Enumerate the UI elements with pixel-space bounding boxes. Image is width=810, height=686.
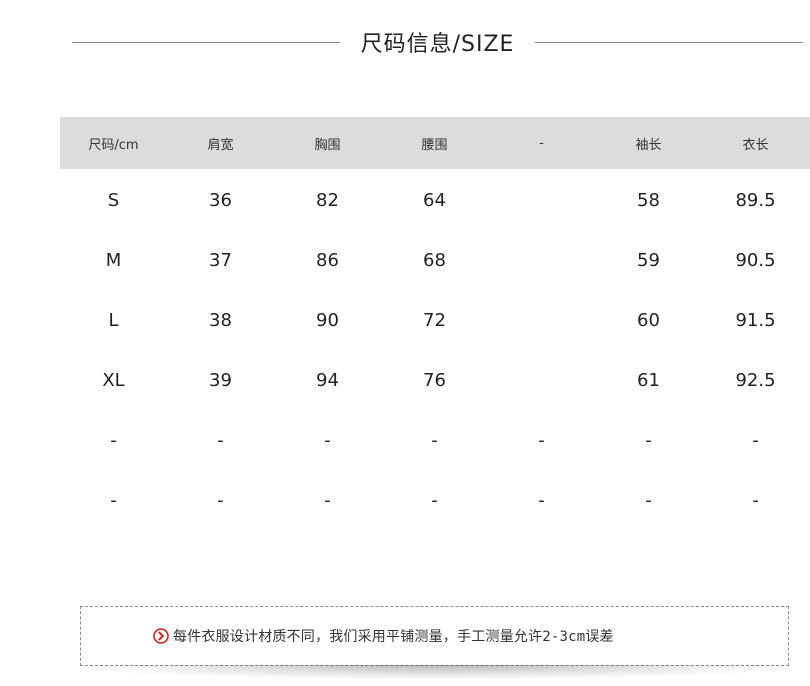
- table-cell: 60: [637, 309, 660, 331]
- header-cell-sleeve: 袖长: [635, 137, 662, 153]
- header-cell-waist: 腰围: [421, 137, 448, 153]
- table-row: - - - - - - -: [60, 409, 810, 469]
- table-cell: 89.5: [735, 189, 776, 211]
- table-cell: 39: [209, 369, 232, 391]
- table-cell: -: [645, 429, 652, 451]
- measurement-note-text: 每件衣服设计材质不同，我们采用平铺测量，手工测量允许2-3cm误差: [173, 629, 614, 645]
- table-cell: 92.5: [735, 369, 776, 391]
- table-cell: 37: [209, 249, 232, 271]
- table-row: L 38 90 72 60 91.5: [60, 289, 810, 349]
- header-cell-shoulder: 肩宽: [207, 137, 234, 153]
- table-cell: [488, 170, 595, 230]
- measurement-note-box: 每件衣服设计材质不同，我们采用平铺测量，手工测量允许2-3cm误差: [80, 606, 789, 666]
- table-row: - - - - - - -: [60, 469, 810, 529]
- table-row: S 36 82 64 58 89.5: [60, 169, 810, 229]
- note-shadow: [86, 665, 786, 679]
- table-cell: -: [324, 429, 331, 451]
- table-cell: -: [645, 489, 652, 511]
- header-cell-blank: -: [539, 135, 544, 151]
- table-cell: XL: [102, 369, 125, 391]
- table-cell: -: [110, 429, 117, 451]
- header-cell-length: 衣长: [742, 137, 769, 153]
- table-cell: 38: [209, 309, 232, 331]
- header-cell-size: 尺码/cm: [88, 137, 139, 153]
- table-cell: 90: [316, 309, 339, 331]
- table-row: M 37 86 68 59 90.5: [60, 229, 810, 289]
- table-cell: 76: [423, 369, 446, 391]
- table-cell: 91.5: [735, 309, 776, 331]
- table-cell: M: [105, 249, 122, 271]
- table-cell: S: [107, 189, 120, 211]
- table-cell: 64: [423, 189, 446, 211]
- table-cell: 94: [316, 369, 339, 391]
- table-cell: -: [752, 489, 759, 511]
- title-divider-left: [72, 42, 340, 43]
- table-cell: 86: [316, 249, 339, 271]
- table-cell: -: [752, 429, 759, 451]
- title-row: 尺码信息/SIZE: [0, 22, 810, 62]
- measurement-note: 每件衣服设计材质不同，我们采用平铺测量，手工测量允许2-3cm误差: [153, 625, 614, 647]
- table-cell: 58: [637, 189, 660, 211]
- table-cell: -: [538, 429, 545, 451]
- table-cell: 68: [423, 249, 446, 271]
- table-cell: [488, 350, 595, 410]
- table-cell: -: [324, 489, 331, 511]
- table-cell: -: [217, 489, 224, 511]
- chevron-right-circle-icon: [153, 628, 169, 644]
- table-cell: 59: [637, 249, 660, 271]
- table-cell: 61: [637, 369, 660, 391]
- table-cell: 72: [423, 309, 446, 331]
- title-divider-right: [535, 42, 803, 43]
- table-cell: [488, 230, 595, 290]
- table-header: 尺码/cm 肩宽 胸围 腰围 - 袖长 衣长: [60, 117, 810, 169]
- table-cell: L: [108, 309, 119, 331]
- header-cell-chest: 胸围: [314, 137, 341, 153]
- table-cell: -: [431, 489, 438, 511]
- table-cell: 90.5: [735, 249, 776, 271]
- page-title: 尺码信息/SIZE: [360, 32, 515, 57]
- table-cell: -: [217, 429, 224, 451]
- table-cell: [488, 290, 595, 350]
- table-cell: -: [538, 489, 545, 511]
- table-cell: 82: [316, 189, 339, 211]
- table-cell: -: [110, 489, 117, 511]
- table-cell: 36: [209, 189, 232, 211]
- table-row: XL 39 94 76 61 92.5: [60, 349, 810, 409]
- size-table: 尺码/cm 肩宽 胸围 腰围 - 袖长 衣长 S 36 82 64 58 89.…: [60, 117, 810, 529]
- table-cell: -: [431, 429, 438, 451]
